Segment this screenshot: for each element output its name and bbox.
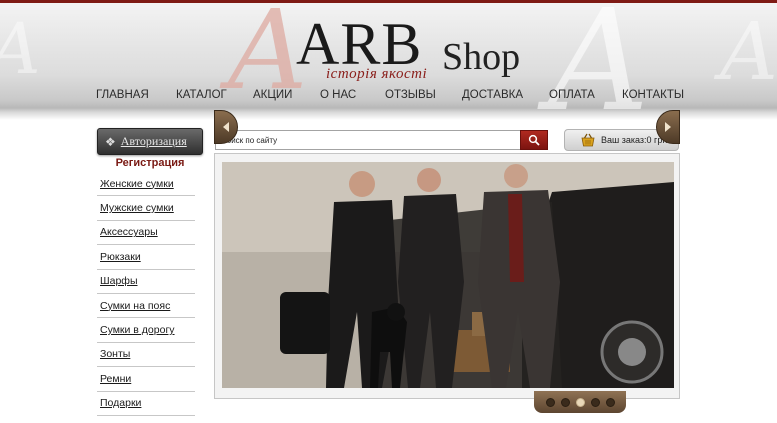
nav-item-home[interactable]: ГЛАВНАЯ [96, 86, 149, 104]
search-button[interactable] [520, 130, 548, 150]
decor-letter-right: A [548, 0, 650, 143]
search-box [215, 130, 548, 150]
nav-item-payment[interactable]: ОПЛАТА [549, 86, 595, 104]
diamond-icon: ❖ [105, 134, 116, 149]
arrow-left-icon [223, 122, 229, 132]
slider-dot[interactable] [560, 397, 570, 407]
slider-dot[interactable] [590, 397, 600, 407]
search-input[interactable] [217, 132, 519, 148]
logo-main[interactable]: ARB [296, 14, 422, 74]
category-belts[interactable]: Ремни [97, 367, 195, 392]
nav-item-catalog[interactable]: КАТАЛОГ [176, 86, 227, 104]
main-nav: ГЛАВНАЯ КАТАЛОГ АКЦИИ О НАС ОТЗЫВЫ ДОСТА… [80, 86, 700, 104]
register-link[interactable]: Регистрация [97, 157, 203, 169]
banner-photo-men-with-dog [222, 162, 674, 388]
category-womens-bags[interactable]: Женские сумки [97, 172, 195, 197]
nav-item-about[interactable]: О НАС [320, 86, 356, 104]
logo-tagline: історія якості [326, 66, 428, 82]
category-travel-bags[interactable]: Сумки в дорогу [97, 318, 195, 343]
header: A A A A ARB Shop історія якості ГЛАВНАЯ … [0, 0, 777, 143]
banner-image[interactable] [222, 162, 674, 388]
nav-item-delivery[interactable]: ДОСТАВКА [462, 86, 523, 104]
authorization-label: Авторизация [120, 134, 187, 148]
category-waist-bags[interactable]: Сумки на пояс [97, 294, 195, 319]
slider-dot[interactable] [575, 397, 585, 407]
slider-dot[interactable] [605, 397, 615, 407]
arrow-right-icon [665, 122, 671, 132]
category-scarves[interactable]: Шарфы [97, 270, 195, 294]
authorization-button[interactable]: ❖ Авторизация [97, 128, 203, 155]
slider-pagination [534, 391, 626, 413]
category-umbrellas[interactable]: Зонты [97, 343, 195, 368]
category-menu: Женские сумки Мужские сумки Аксессуары Р… [97, 172, 195, 416]
slider-dot[interactable] [545, 397, 555, 407]
banner-slider [214, 153, 680, 399]
category-accessories[interactable]: Аксессуары [97, 221, 195, 246]
nav-item-promotions[interactable]: АКЦИИ [253, 86, 292, 104]
category-mens-bags[interactable]: Мужские сумки [97, 196, 195, 221]
logo-shop[interactable]: Shop [442, 37, 520, 77]
category-backpacks[interactable]: Рюкзаки [97, 245, 195, 270]
page: A A A A ARB Shop історія якості ГЛАВНАЯ … [0, 0, 777, 423]
nav-item-reviews[interactable]: ОТЗЫВЫ [385, 86, 436, 104]
nav-item-contacts[interactable]: КОНТАКТЫ [622, 86, 684, 104]
decor-letter-far-right: A [720, 5, 777, 98]
basket-icon [581, 133, 595, 147]
decor-letter-left: A [0, 8, 41, 90]
category-gifts[interactable]: Подарки [97, 392, 195, 416]
search-icon [528, 134, 540, 146]
